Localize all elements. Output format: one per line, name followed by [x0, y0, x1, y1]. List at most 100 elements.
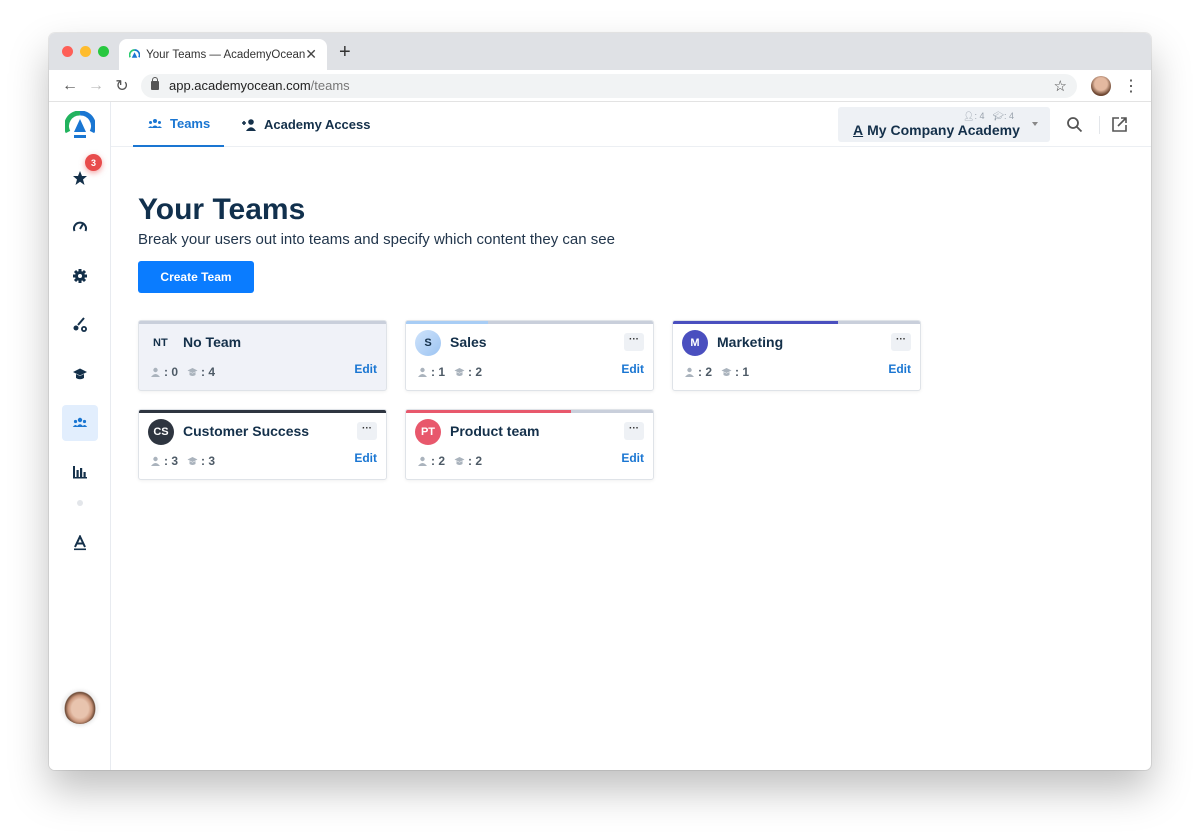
sidebar-item-teams[interactable] [62, 405, 98, 441]
address-bar[interactable]: app.academyocean.com/teams ☆ [141, 73, 1077, 98]
app: 3 Teams Academy Access 👤︎: 4 🎓︎: 4 A My … [49, 102, 1151, 770]
team-progress-track [139, 321, 386, 324]
team-users-count: : 3 [150, 454, 178, 468]
academyocean-logo-icon[interactable] [65, 111, 95, 141]
team-name: Product team [450, 423, 540, 439]
team-avatar: S [415, 330, 441, 356]
user-icon [151, 367, 160, 377]
tab-teams[interactable]: Teams [133, 102, 225, 147]
bar-chart-icon [73, 466, 87, 479]
sidebar-item-courses[interactable] [62, 356, 98, 392]
browser-profile-avatar[interactable] [1091, 75, 1111, 96]
main-content: Your Teams Break your users out into tea… [111, 147, 1151, 770]
academy-courses-count: 🎓︎: 4 [992, 111, 1014, 121]
bookmark-star-icon[interactable]: ☆ [1054, 77, 1067, 95]
graduation-cap-icon [187, 457, 198, 465]
tab-title: Your Teams — AcademyOcean [146, 48, 306, 61]
users-icon [148, 118, 162, 128]
team-progress-fill [139, 410, 386, 413]
add-user-icon [242, 118, 256, 131]
new-tab-button[interactable]: + [339, 41, 351, 64]
academy-counts: 👤︎: 4 🎓︎: 4 [963, 111, 1014, 122]
close-window-button[interactable] [62, 46, 73, 57]
sidebar-item-academy[interactable] [62, 525, 98, 561]
team-name: Sales [450, 334, 487, 350]
create-team-button[interactable]: Create Team [138, 261, 254, 293]
sidebar-item-design[interactable] [62, 307, 98, 343]
user-avatar[interactable] [63, 690, 97, 724]
maximize-window-button[interactable] [98, 46, 109, 57]
brush-gear-icon [73, 317, 87, 332]
team-users-count: : 1 [417, 365, 445, 379]
team-name: No Team [183, 334, 242, 350]
page-subtitle: Break your users out into teams and spec… [138, 231, 615, 248]
team-menu-button[interactable]: ··· [891, 333, 911, 351]
team-edit-link[interactable]: Edit [621, 362, 644, 376]
minimize-window-button[interactable] [80, 46, 91, 57]
user-icon: 👤︎ [963, 111, 975, 121]
user-icon [418, 367, 427, 377]
team-edit-link[interactable]: Edit [888, 362, 911, 376]
sidebar-item-dashboard[interactable] [62, 209, 98, 245]
tab-academy-access[interactable]: Academy Access [241, 102, 370, 147]
back-button[interactable]: ← [57, 77, 83, 95]
team-edit-link[interactable]: Edit [354, 451, 377, 465]
url-path: /teams [310, 78, 350, 93]
team-name: Customer Success [183, 423, 310, 439]
open-external-icon[interactable] [1111, 116, 1128, 133]
graduation-cap-icon: 🎓︎ [992, 111, 1004, 121]
team-users-count: : 0 [150, 365, 178, 379]
academy-a-icon [74, 535, 86, 551]
team-menu-button[interactable]: ··· [624, 422, 644, 440]
gear-icon [73, 269, 87, 283]
tab-teams-label: Teams [170, 116, 211, 131]
search-icon[interactable] [1066, 116, 1083, 133]
lock-icon [151, 77, 159, 90]
team-users-count: : 2 [417, 454, 445, 468]
browser-tab[interactable]: Your Teams — AcademyOcean ✕ [119, 39, 327, 70]
tab-strip: Your Teams — AcademyOcean ✕ + [49, 33, 1151, 70]
team-menu-button[interactable]: ··· [357, 422, 377, 440]
sidebar-item-reports[interactable] [62, 454, 98, 490]
team-card-customer-success[interactable]: CS Customer Success ··· : 3 : 3 Edit [138, 409, 387, 480]
tab-academy-access-label: Academy Access [264, 117, 371, 132]
sidebar-item-settings[interactable] [62, 258, 98, 294]
team-avatar: PT [415, 419, 441, 445]
team-stats: : 2 : 1 [684, 365, 749, 379]
team-menu-button[interactable]: ··· [624, 333, 644, 351]
team-courses-count: : 3 [187, 454, 215, 468]
users-icon [72, 417, 88, 427]
team-card-marketing[interactable]: M Marketing ··· : 2 : 1 Edit [672, 320, 921, 391]
academy-users-count: 👤︎: 4 [963, 111, 985, 121]
graduation-cap-icon [187, 368, 198, 376]
browser-toolbar: ← → ↻ app.academyocean.com/teams ☆ ⋮ [49, 70, 1151, 102]
close-tab-icon[interactable]: ✕ [305, 46, 317, 63]
star-icon [73, 171, 87, 185]
team-progress-track [139, 410, 386, 413]
user-icon [685, 367, 694, 377]
team-card-sales[interactable]: S Sales ··· : 1 : 2 Edit [405, 320, 654, 391]
team-stats: : 3 : 3 [150, 454, 215, 468]
browser-window: Your Teams — AcademyOcean ✕ + ← → ↻ app.… [49, 33, 1151, 770]
team-card-product-team[interactable]: PT Product team ··· : 2 : 2 Edit [405, 409, 654, 480]
academy-selector[interactable]: 👤︎: 4 🎓︎: 4 A My Company Academy [838, 107, 1050, 142]
team-progress-track [406, 410, 653, 413]
browser-menu-icon[interactable]: ⋮ [1119, 76, 1143, 96]
team-card-no-team[interactable]: NT No Team : 0 : 4 Edit [138, 320, 387, 391]
notification-badge: 3 [85, 154, 102, 171]
team-courses-count: : 1 [721, 365, 749, 379]
url-host: app.academyocean.com [169, 78, 311, 93]
user-icon [418, 456, 427, 466]
team-name: Marketing [717, 334, 784, 350]
team-edit-link[interactable]: Edit [354, 362, 377, 376]
team-progress-fill [406, 410, 572, 413]
team-avatar: M [682, 330, 708, 356]
forward-button[interactable]: → [83, 77, 109, 95]
team-courses-count: : 2 [454, 454, 482, 468]
team-progress-fill [139, 321, 386, 324]
reload-button[interactable]: ↻ [109, 76, 135, 96]
graduation-cap-icon [454, 368, 465, 376]
team-edit-link[interactable]: Edit [621, 451, 644, 465]
team-stats: : 0 : 4 [150, 365, 215, 379]
team-avatar: CS [148, 419, 174, 445]
